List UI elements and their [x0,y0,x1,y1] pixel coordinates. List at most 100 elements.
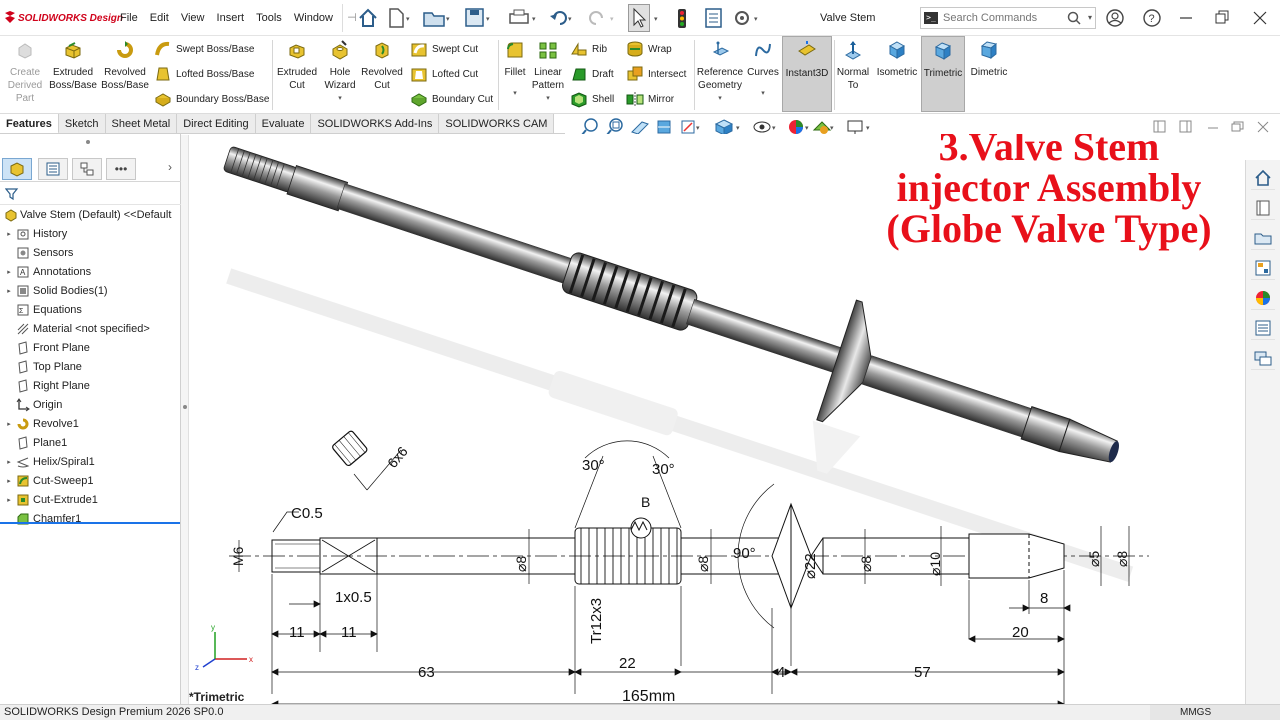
tab-sheet-metal[interactable]: Sheet Metal [105,114,178,134]
more-tabs-button[interactable]: ••• [106,158,136,180]
linear-pattern-button[interactable]: Linear Pattern ▾ [530,40,566,105]
menu-view[interactable]: View [181,12,205,24]
file-explorer-button[interactable] [1251,226,1275,250]
expand-arrow-icon[interactable]: ▸ [2,230,16,238]
rebuild-traffic-light-icon[interactable] [678,9,686,28]
search-commands-box[interactable]: >_ ▾ [920,7,1096,29]
tree-item-revolve1[interactable]: ▸ Revolve1 [0,415,181,433]
reference-geometry-button[interactable]: Reference Geometry ▾ [696,40,744,105]
close-icon[interactable] [1253,11,1267,25]
rollback-bar[interactable] [0,522,180,524]
property-manager-tab[interactable] [38,158,68,180]
tab-direct-editing[interactable]: Direct Editing [177,114,256,134]
tree-filter[interactable] [0,183,181,205]
view-orientation-icon[interactable]: ▾ [714,119,740,136]
fillet-dropdown-icon[interactable]: ▾ [502,87,528,100]
menu-tools[interactable]: Tools [256,12,282,24]
intersect-button[interactable]: Intersect [626,65,686,83]
chevron-right-icon[interactable]: › [168,160,172,174]
fillet-button[interactable]: Fillet ▾ [502,40,528,100]
design-library-button[interactable] [1251,196,1275,220]
tree-item-material[interactable]: Material <not specified> [0,320,181,338]
hole-wizard-button[interactable]: Hole Wizard ▾ [320,40,360,105]
file-properties-icon[interactable] [705,8,722,28]
view-palette-button[interactable] [1251,256,1275,280]
curves-dropdown-icon[interactable]: ▾ [746,87,780,100]
display-settings-icon[interactable]: ▾ [847,120,870,134]
previous-view-icon[interactable] [631,121,649,135]
tree-item-helix[interactable]: ▸ Helix/Spiral1 [0,453,181,471]
expand-arrow-icon[interactable]: ▸ [2,268,16,276]
user-account-icon[interactable] [1106,9,1124,27]
custom-properties-button[interactable] [1251,316,1275,340]
redo-icon[interactable]: ▾ [589,11,614,25]
solidworks-logo[interactable]: SOLIDWORKS Design [4,11,123,24]
tree-item-cut-extrude1[interactable]: ▸ Cut-Extrude1 [0,491,181,509]
isometric-view-button[interactable]: Isometric [874,40,920,79]
shell-button[interactable]: Shell [570,90,614,108]
select-dropdown-icon[interactable]: ▾ [654,16,658,23]
tab-addins[interactable]: SOLIDWORKS Add-Ins [311,114,440,134]
boundary-boss-button[interactable]: Boundary Boss/Base [154,90,269,108]
trimetric-view-button[interactable]: Trimetric [921,36,965,112]
options-gear-icon[interactable]: ▾ [735,11,758,25]
mirror-button[interactable]: Mirror [626,90,674,108]
expand-arrow-icon[interactable]: ▸ [2,420,16,428]
feature-tree-tab[interactable] [2,158,32,180]
dimetric-view-button[interactable]: Dimetric [966,40,1012,79]
boundary-cut-button[interactable]: Boundary Cut [410,90,493,108]
undo-icon[interactable]: ▾ [550,11,572,25]
linear-pattern-dropdown-icon[interactable]: ▾ [530,92,566,105]
graphics-area[interactable]: M6 C0.5 6x6 1x0.5 11 11 63 22 4 57 20 8 … [189,134,1245,704]
rib-button[interactable]: Rib [570,40,607,58]
search-dropdown-icon[interactable]: ▾ [1088,13,1092,22]
search-icon[interactable] [1067,11,1081,25]
open-folder-icon[interactable]: ▾ [423,12,450,27]
tree-item-top-plane[interactable]: Top Plane [0,358,181,376]
tree-item-solid-bodies[interactable]: ▸ Solid Bodies(1) [0,282,181,300]
panel-splitter[interactable] [181,135,189,705]
tree-item-chamfer1[interactable]: Chamfer1 [0,510,181,528]
tile-left-icon[interactable] [1153,120,1166,133]
expand-arrow-icon[interactable]: ▸ [2,496,16,504]
menu-file[interactable]: File [120,12,138,24]
tree-item-plane1[interactable]: Plane1 [0,434,181,452]
tree-item-equations[interactable]: Σ Equations [0,301,181,319]
expand-arrow-icon[interactable]: ▸ [2,458,16,466]
home-icon[interactable] [359,8,377,27]
print-icon[interactable]: ▾ [509,9,536,24]
tree-item-front-plane[interactable]: Front Plane [0,339,181,357]
dynamic-annotation-icon[interactable]: ▾ [681,120,700,134]
save-icon[interactable]: ▾ [465,8,490,27]
lofted-boss-button[interactable]: Lofted Boss/Base [154,65,254,83]
tree-item-sensors[interactable]: Sensors [0,244,181,262]
units-selector[interactable]: MMGS [1180,707,1211,718]
tree-item-origin[interactable]: Origin [0,396,181,414]
revolved-boss-button[interactable]: Revolved Boss/Base [100,40,150,92]
appearance-icon[interactable]: ▾ [789,120,809,134]
reference-geometry-dropdown-icon[interactable]: ▾ [696,92,744,105]
swept-boss-button[interactable]: Swept Boss/Base [154,40,254,58]
scene-icon[interactable]: ▾ [812,121,834,134]
draft-button[interactable]: Draft [570,65,614,83]
tree-item-history[interactable]: ▸ History [0,225,181,243]
hide-show-items-icon[interactable]: ▾ [753,121,776,133]
menu-window[interactable]: Window [294,12,333,24]
curves-button[interactable]: Curves ▾ [746,40,780,100]
wrap-button[interactable]: Wrap [626,40,672,58]
tree-item-right-plane[interactable]: Right Plane [0,377,181,395]
tab-sketch[interactable]: Sketch [58,114,106,134]
configuration-manager-tab[interactable] [72,158,102,180]
extruded-boss-button[interactable]: Extruded Boss/Base [48,40,98,92]
swept-cut-button[interactable]: Swept Cut [410,40,478,58]
hole-wizard-dropdown-icon[interactable]: ▾ [320,92,360,105]
forum-button[interactable] [1251,346,1275,370]
menu-edit[interactable]: Edit [150,12,169,24]
section-view-icon[interactable] [657,120,671,134]
zoom-to-area-icon[interactable] [606,118,623,136]
tree-root-part[interactable]: Valve Stem (Default) <<Default [4,208,171,222]
normal-to-button[interactable]: Normal To [834,40,872,92]
new-document-icon[interactable]: ▾ [389,8,410,28]
help-icon[interactable]: ? [1143,9,1161,27]
instant3d-button[interactable]: Instant3D [782,36,832,112]
